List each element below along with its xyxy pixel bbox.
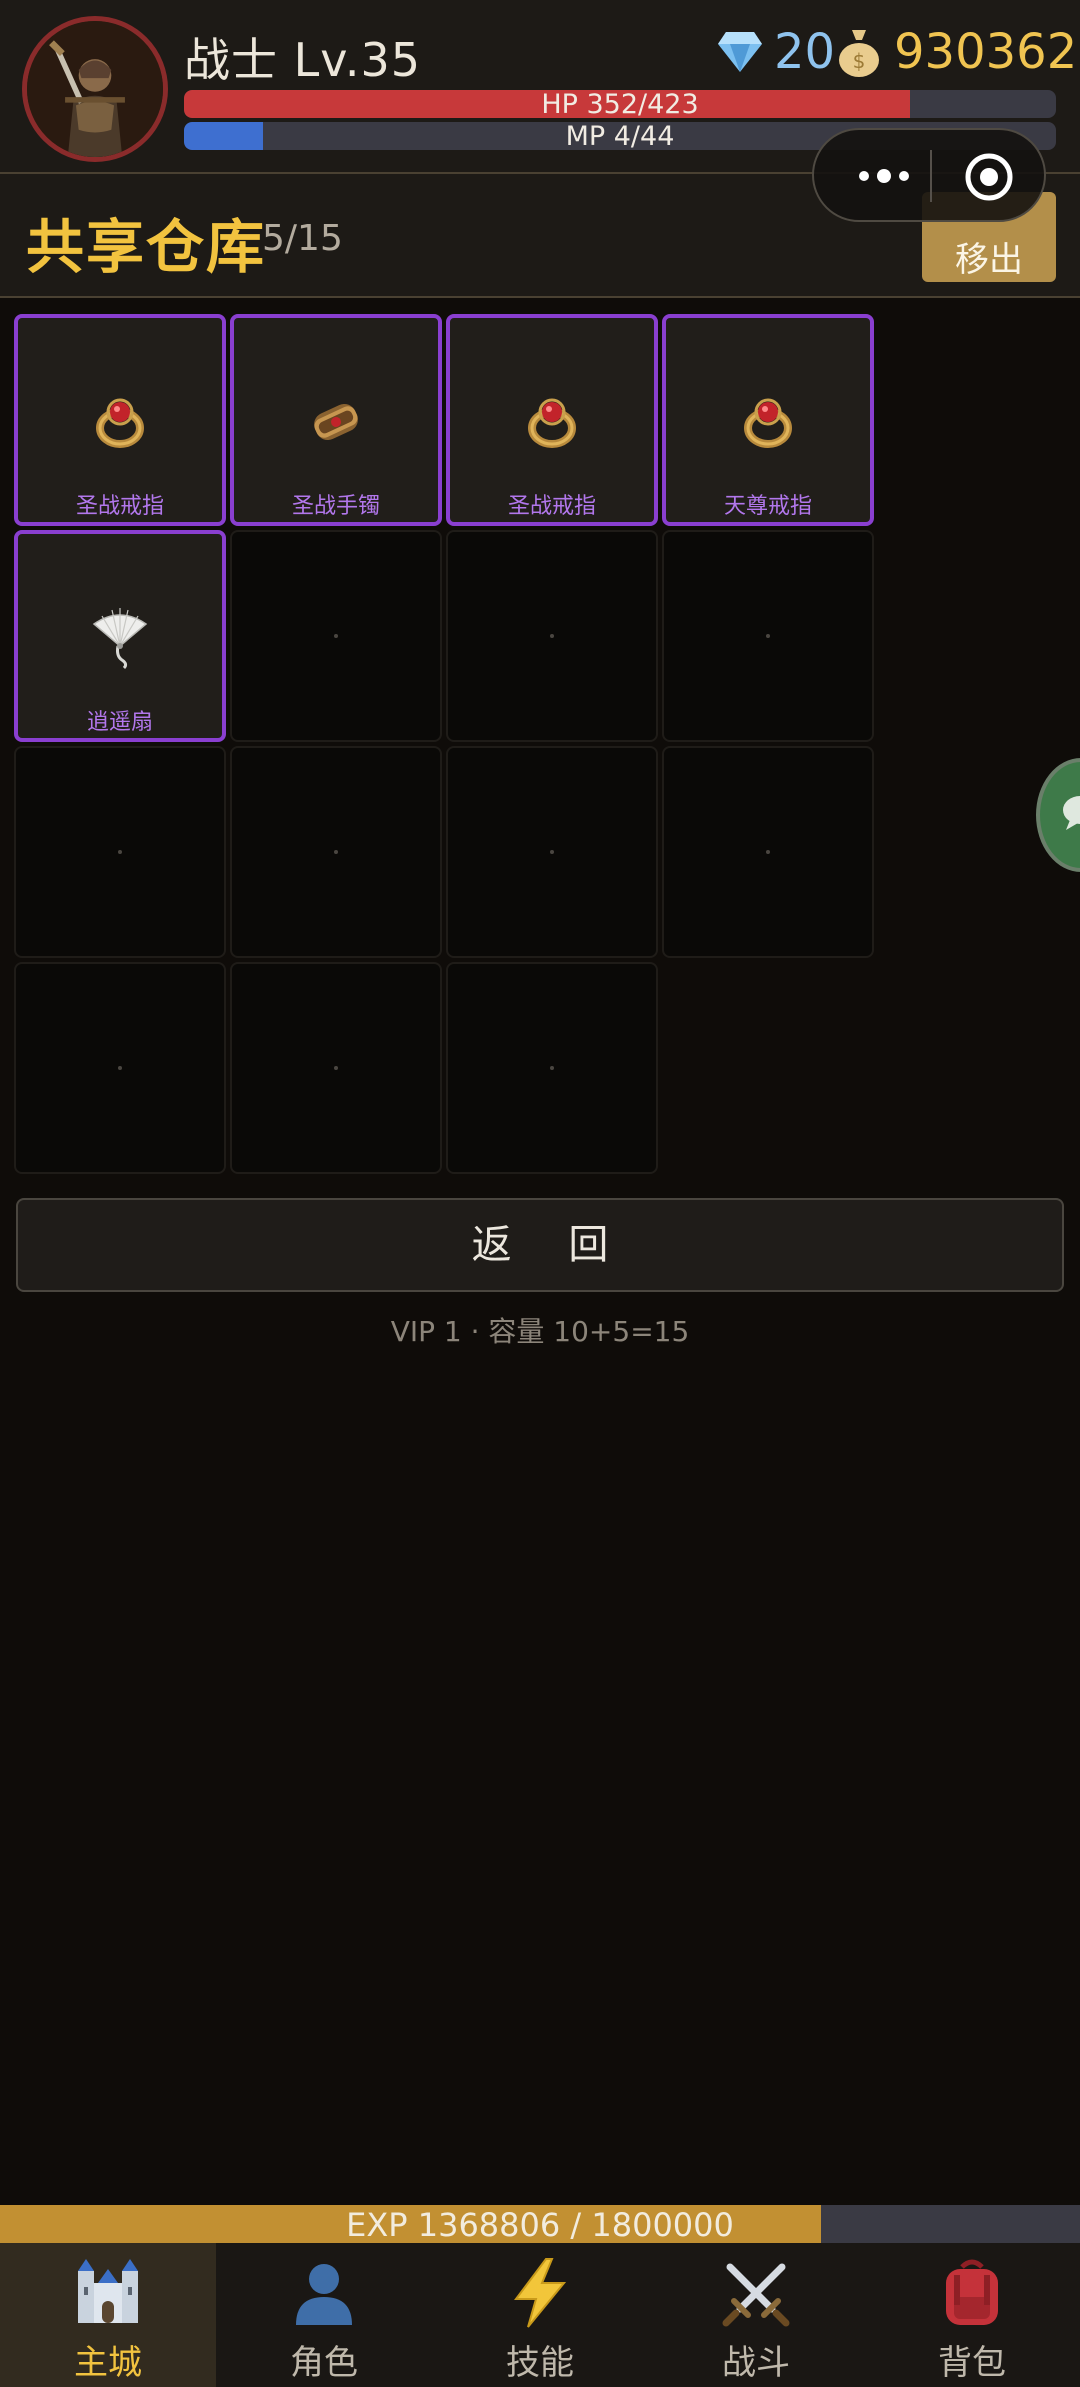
- ring-icon: [736, 390, 800, 454]
- miniprogram-capsule: [812, 128, 1046, 222]
- tab-label: 主城: [74, 2343, 142, 2383]
- bottom-tab-bar: 主城 角色 技能 战斗 背包: [0, 2243, 1080, 2387]
- exp-bar: EXP 1368806 / 1800000: [0, 2205, 1080, 2244]
- vip-capacity-info: VIP 1 · 容量 10+5=15: [390, 1315, 690, 1348]
- storage-grid: 圣战戒指 圣战手镯 圣战戒指 天尊戒指逍遥扇: [14, 314, 878, 1174]
- inventory-slot-empty: [662, 530, 874, 742]
- inventory-slot-filled[interactable]: 圣战手镯: [230, 314, 442, 526]
- empty-slot-marker: [334, 850, 338, 854]
- return-button[interactable]: 返 回: [16, 1198, 1064, 1292]
- ring-icon: [88, 390, 152, 454]
- inventory-slot-empty: [446, 962, 658, 1174]
- exp-label: EXP 1368806 / 1800000: [346, 2206, 734, 2244]
- floating-chat-button[interactable]: [1036, 758, 1080, 872]
- inventory-slot-empty: [446, 530, 658, 742]
- person-icon: [288, 2257, 360, 2329]
- inventory-slot-empty: [230, 962, 442, 1174]
- tab-label: 战斗: [722, 2343, 790, 2383]
- svg-text:$: $: [853, 49, 866, 73]
- close-miniprogram-icon[interactable]: [962, 150, 1016, 204]
- empty-slot-marker: [118, 1066, 122, 1070]
- inventory-slot-empty: [446, 746, 658, 958]
- capsule-divider: [930, 150, 932, 202]
- empty-slot-marker: [118, 850, 122, 854]
- inventory-slot-empty: [14, 746, 226, 958]
- empty-slot-marker: [550, 1066, 554, 1070]
- empty-slot-marker: [334, 1066, 338, 1070]
- page-title: 共享仓库: [26, 213, 267, 281]
- inventory-slot-empty: [230, 746, 442, 958]
- money-bag-icon: $: [839, 30, 879, 77]
- empty-slot-marker: [550, 850, 554, 854]
- item-name: 逍遥扇: [86, 710, 153, 735]
- inventory-slot-empty: [14, 962, 226, 1174]
- player-avatar[interactable]: [22, 16, 168, 162]
- inventory-slot-empty: [230, 530, 442, 742]
- item-name: 圣战戒指: [75, 494, 164, 519]
- ring-icon: [520, 390, 584, 454]
- tab-label: 技能: [506, 2343, 574, 2383]
- storage-count: 5/15: [262, 218, 343, 259]
- empty-slot-marker: [550, 634, 554, 638]
- gem-count: 20: [774, 24, 836, 80]
- inventory-slot-filled[interactable]: 逍遥扇: [14, 530, 226, 742]
- inventory-slot-filled[interactable]: 圣战戒指: [446, 314, 658, 526]
- backpack-icon: [936, 2257, 1008, 2329]
- lightning-icon: [504, 2257, 576, 2329]
- tab-person[interactable]: 角色: [216, 2243, 432, 2387]
- inventory-slot-filled[interactable]: 天尊戒指: [662, 314, 874, 526]
- empty-slot-marker: [334, 634, 338, 638]
- castle-icon: [72, 2257, 144, 2329]
- diamond-icon: [718, 32, 762, 72]
- hp-label: HP 352/423: [541, 90, 699, 118]
- gold-count: 930362: [894, 24, 1078, 80]
- player-name-level: 战士 Lv.35: [184, 33, 422, 87]
- item-name: 圣战戒指: [507, 494, 596, 519]
- chat-icon: [1063, 796, 1080, 830]
- tab-label: 角色: [290, 2343, 358, 2383]
- tab-crossed-swords[interactable]: 战斗: [648, 2243, 864, 2387]
- empty-slot-marker: [766, 850, 770, 854]
- item-name: 天尊戒指: [723, 494, 812, 519]
- tab-label: 背包: [938, 2343, 1006, 2383]
- bracelet-icon: [304, 390, 368, 454]
- tab-lightning[interactable]: 技能: [432, 2243, 648, 2387]
- crossed-swords-icon: [720, 2257, 792, 2329]
- inventory-slot-filled[interactable]: 圣战戒指: [14, 314, 226, 526]
- more-options-icon[interactable]: [854, 158, 914, 194]
- tab-backpack[interactable]: 背包: [864, 2243, 1080, 2387]
- inventory-slot-empty: [662, 746, 874, 958]
- empty-slot-marker: [766, 634, 770, 638]
- hp-bar: HP 352/423: [184, 90, 1056, 118]
- warrior-portrait-icon: [27, 21, 163, 157]
- tab-castle[interactable]: 主城: [0, 2243, 216, 2387]
- item-name: 圣战手镯: [291, 494, 380, 519]
- fan-icon: [88, 606, 152, 670]
